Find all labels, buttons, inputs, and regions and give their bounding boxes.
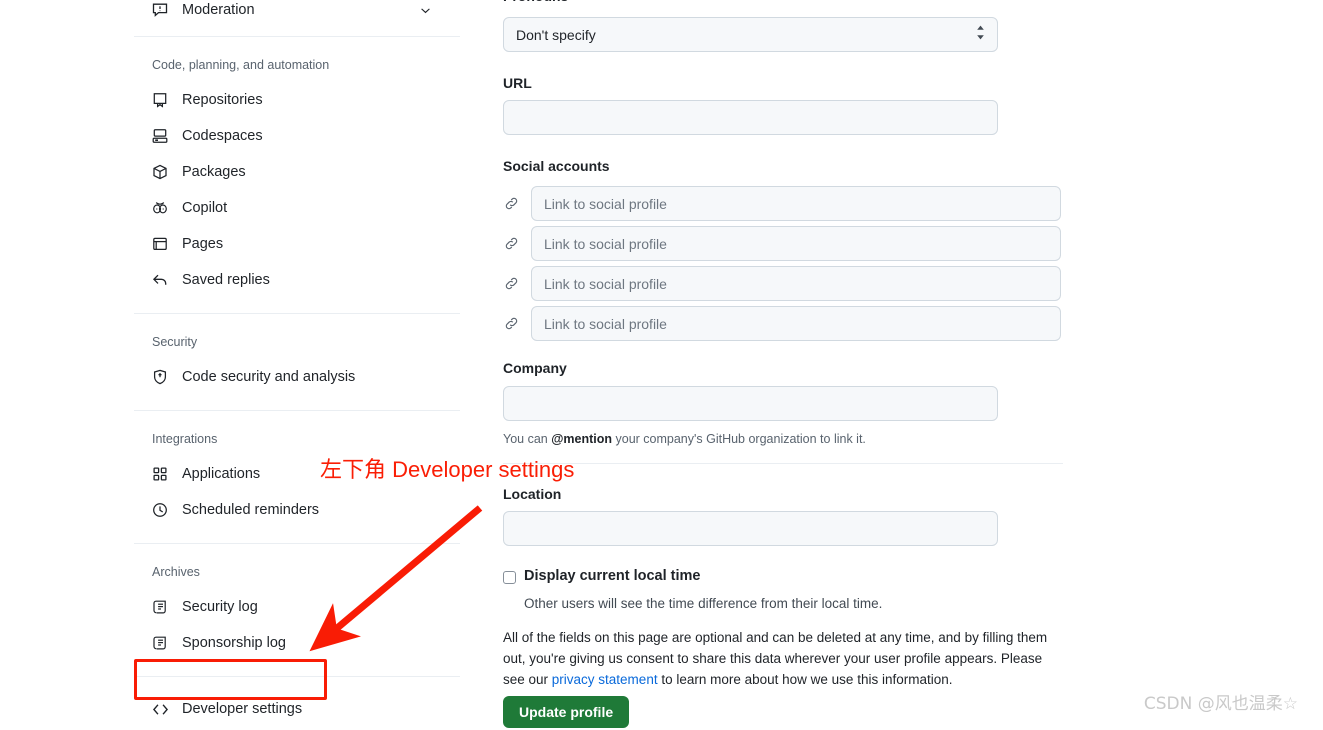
local-time-checkbox-row[interactable]: Display current local time bbox=[503, 568, 700, 584]
sidebar-item-label: Repositories bbox=[182, 92, 263, 108]
url-input[interactable] bbox=[503, 100, 998, 135]
sidebar-item-label: Code security and analysis bbox=[182, 369, 356, 385]
apps-grid-icon bbox=[152, 466, 172, 482]
page-root: Moderation Code, planning, and automatio… bbox=[0, 0, 1323, 730]
sidebar-item-label: Moderation bbox=[182, 2, 255, 18]
pronouns-label: Pronouns bbox=[503, 0, 568, 5]
sidebar-item-codespaces[interactable]: Codespaces bbox=[134, 118, 460, 154]
sidebar-item-copilot[interactable]: Copilot bbox=[134, 190, 460, 226]
social-accounts-label: Social accounts bbox=[503, 158, 610, 174]
sidebar-item-label: Developer settings bbox=[182, 701, 303, 717]
annotation-note: 左下角 Developer settings bbox=[320, 457, 575, 482]
sidebar-item-label: Copilot bbox=[182, 200, 228, 216]
sidebar-divider bbox=[134, 676, 460, 677]
report-icon bbox=[152, 2, 172, 18]
sidebar-item-moderation[interactable]: Moderation bbox=[134, 0, 460, 28]
legal-text: All of the fields on this page are optio… bbox=[503, 627, 1063, 690]
local-time-description: Other users will see the time difference… bbox=[524, 596, 883, 611]
sidebar-divider bbox=[134, 410, 460, 411]
settings-sidebar: Moderation Code, planning, and automatio… bbox=[134, 0, 460, 730]
sidebar-item-pages[interactable]: Pages bbox=[134, 226, 460, 262]
social-row bbox=[503, 186, 1061, 221]
sidebar-item-label: Scheduled reminders bbox=[182, 502, 320, 518]
company-help-prefix: You can bbox=[503, 432, 552, 446]
sidebar-item-label: Security log bbox=[182, 599, 258, 615]
pronouns-select-value: Don't specify bbox=[503, 17, 998, 52]
log-icon bbox=[152, 635, 172, 651]
sidebar-item-repositories[interactable]: Repositories bbox=[134, 82, 460, 118]
sidebar-item-label: Pages bbox=[182, 236, 224, 252]
company-help-suffix: your company's GitHub organization to li… bbox=[612, 432, 866, 446]
repo-icon bbox=[152, 92, 172, 108]
shield-check-icon bbox=[152, 369, 172, 385]
sidebar-group-title: Security bbox=[152, 335, 198, 349]
codespaces-icon bbox=[152, 128, 172, 144]
sidebar-item-sponsorship-log[interactable]: Sponsorship log bbox=[134, 625, 460, 661]
watermark: CSDN @风也温柔☆ bbox=[1143, 694, 1298, 714]
social-input[interactable] bbox=[531, 266, 1061, 301]
sidebar-item-developer-settings[interactable]: Developer settings bbox=[134, 691, 460, 727]
social-input[interactable] bbox=[531, 186, 1061, 221]
company-help-mention: @mention bbox=[551, 432, 613, 446]
sidebar-item-label: Packages bbox=[182, 164, 246, 180]
sidebar-item-code-security-and-analysis[interactable]: Code security and analysis bbox=[134, 359, 460, 395]
chevron-down-icon[interactable] bbox=[418, 3, 432, 17]
link-icon bbox=[503, 275, 520, 292]
sidebar-item-security-log[interactable]: Security log bbox=[134, 589, 460, 625]
log-icon bbox=[152, 599, 172, 615]
social-input[interactable] bbox=[531, 226, 1061, 261]
social-input[interactable] bbox=[531, 306, 1061, 341]
link-icon bbox=[503, 315, 520, 332]
browser-icon bbox=[152, 236, 172, 252]
sidebar-group-title: Integrations bbox=[152, 432, 218, 446]
reply-icon bbox=[152, 272, 172, 288]
url-label: URL bbox=[503, 75, 532, 91]
sidebar-divider bbox=[134, 313, 460, 314]
sidebar-item-label: Sponsorship log bbox=[182, 635, 286, 651]
location-label: Location bbox=[503, 486, 562, 502]
sidebar-divider bbox=[134, 543, 460, 544]
social-row bbox=[503, 226, 1061, 261]
sidebar-item-label: Saved replies bbox=[182, 272, 270, 288]
sidebar-item-label: Applications bbox=[182, 466, 261, 482]
code-icon bbox=[152, 701, 172, 717]
update-profile-button[interactable]: Update profile bbox=[503, 696, 630, 728]
local-time-label: Display current local time bbox=[524, 568, 701, 584]
company-input[interactable] bbox=[503, 386, 998, 421]
sidebar-item-label: Codespaces bbox=[182, 128, 263, 144]
social-row bbox=[503, 306, 1061, 341]
social-row bbox=[503, 266, 1061, 301]
sidebar-item-saved-replies[interactable]: Saved replies bbox=[134, 262, 460, 298]
privacy-statement-link[interactable]: privacy statement bbox=[552, 672, 658, 687]
profile-form: Pronouns Don't specify URL Social accoun… bbox=[503, 0, 1103, 730]
company-label: Company bbox=[503, 360, 567, 376]
link-icon bbox=[503, 235, 520, 252]
link-icon bbox=[503, 195, 520, 212]
sidebar-group-title: Archives bbox=[152, 565, 200, 579]
sidebar-item-packages[interactable]: Packages bbox=[134, 154, 460, 190]
sidebar-item-scheduled-reminders[interactable]: Scheduled reminders bbox=[134, 492, 460, 528]
company-help-text: You can @mention your company's GitHub o… bbox=[503, 430, 866, 448]
pronouns-select[interactable]: Don't specify bbox=[503, 17, 998, 52]
local-time-checkbox[interactable] bbox=[503, 571, 516, 584]
form-divider bbox=[503, 463, 1063, 464]
sidebar-group-title: Code, planning, and automation bbox=[152, 58, 330, 72]
clock-icon bbox=[152, 502, 172, 518]
social-accounts-list bbox=[503, 186, 1061, 346]
location-input[interactable] bbox=[503, 511, 998, 546]
package-icon bbox=[152, 164, 172, 180]
sidebar-divider bbox=[134, 36, 460, 37]
legal-part2: to learn more about how we use this info… bbox=[657, 672, 953, 687]
copilot-icon bbox=[152, 200, 172, 216]
